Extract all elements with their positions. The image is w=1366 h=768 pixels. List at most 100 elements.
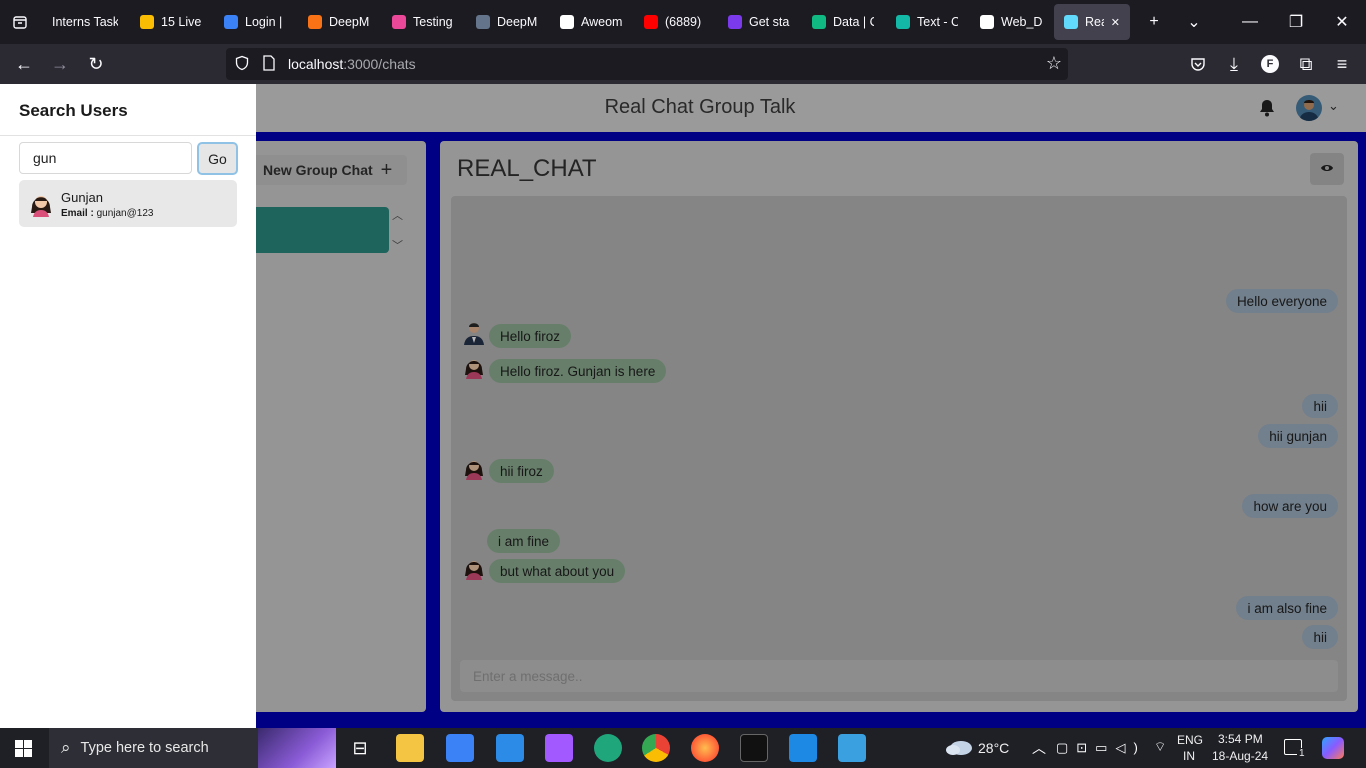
- clock-time[interactable]: 3:54 PM: [1218, 732, 1263, 746]
- bookmark-star-icon[interactable]: ☆: [1046, 53, 1062, 74]
- tab-favicon-icon: [560, 15, 574, 29]
- close-window-icon[interactable]: ✕: [1324, 4, 1360, 40]
- search-icon: ⌕: [61, 738, 71, 757]
- tab-label: DeepM: [497, 15, 538, 29]
- chrome-icon[interactable]: [642, 734, 670, 762]
- browser-tab[interactable]: Data | C: [802, 4, 884, 40]
- drawer-overlay[interactable]: [256, 84, 1366, 728]
- vscode-icon[interactable]: [789, 734, 817, 762]
- url-bar[interactable]: localhost:3000/chats ☆: [226, 48, 1068, 80]
- browser-tab[interactable]: Web_D: [970, 4, 1052, 40]
- restore-icon[interactable]: ❐: [1278, 4, 1314, 40]
- user-email: Email : gunjan@123: [61, 208, 153, 219]
- tab-label: Interns Task: [52, 15, 118, 29]
- pocket-icon[interactable]: [1180, 48, 1216, 80]
- tab-overview-icon[interactable]: [2, 4, 38, 40]
- tab-favicon-icon: [1064, 15, 1078, 29]
- file-explorer-icon[interactable]: [396, 734, 424, 762]
- firefox-icon[interactable]: [691, 734, 719, 762]
- browser-tab[interactable]: Real ✕: [1054, 4, 1130, 40]
- tab-favicon-icon: [812, 15, 826, 29]
- user-avatar: [28, 189, 54, 217]
- drawer-divider: [0, 135, 256, 136]
- email-label: Email :: [61, 208, 94, 219]
- extensions-icon[interactable]: ⧉: [1288, 48, 1324, 80]
- tab-label: (6889): [665, 15, 702, 29]
- tab-label: DeepM: [329, 15, 370, 29]
- browser-tab[interactable]: 15 Live: [130, 4, 212, 40]
- browser-navbar: ← → ↻ localhost:3000/chats ☆ ⤓ F ⧉ ≡: [0, 44, 1366, 84]
- weather-temperature: 28°C: [978, 740, 1010, 756]
- store-icon[interactable]: [446, 734, 474, 762]
- windows-taskbar: ⌕ Type here to search ⊟ 28°C ︿ ▢⊡▭◁) ⌔ E…: [0, 728, 1366, 768]
- lang-eng[interactable]: ENG: [1177, 733, 1203, 747]
- browser-tab[interactable]: Aweom: [550, 4, 632, 40]
- url-path: :3000/chats: [343, 56, 416, 72]
- account-icon[interactable]: F: [1252, 48, 1288, 80]
- forward-icon[interactable]: →: [42, 48, 78, 80]
- terminal-icon[interactable]: [740, 734, 768, 762]
- task-view-icon[interactable]: ⊟: [346, 734, 374, 762]
- figma-icon[interactable]: [545, 734, 573, 762]
- tab-label: Web_D: [1001, 15, 1042, 29]
- tab-label: Login |: [245, 15, 283, 29]
- tray-icons[interactable]: ▢⊡▭◁): [1056, 740, 1146, 756]
- tab-favicon-icon: [896, 15, 910, 29]
- drawer-title: Search Users: [19, 101, 128, 120]
- taskbar-search-placeholder: Type here to search: [80, 740, 209, 756]
- close-tab-icon[interactable]: ✕: [1111, 16, 1120, 29]
- reload-icon[interactable]: ↻: [78, 48, 114, 80]
- taskbar-search-box[interactable]: ⌕ Type here to search: [49, 728, 336, 768]
- list-tabs-chevron-icon[interactable]: ⌄: [1176, 4, 1212, 40]
- tab-label: Text - C: [917, 15, 958, 29]
- wifi-icon[interactable]: ⌔: [1154, 739, 1166, 755]
- shield-icon: [234, 55, 250, 74]
- browser-tab[interactable]: DeepM: [466, 4, 548, 40]
- browser-tab[interactable]: (6889): [634, 4, 716, 40]
- back-icon[interactable]: ←: [6, 48, 42, 80]
- clock-date[interactable]: 18-Aug-24: [1212, 749, 1268, 763]
- tab-label: Get star: [749, 15, 790, 29]
- menu-icon[interactable]: ≡: [1324, 48, 1360, 80]
- tab-favicon-icon: [140, 15, 154, 29]
- page-icon: [262, 54, 278, 74]
- tab-favicon-icon: [392, 15, 406, 29]
- browser-tabbar: Interns Task 15 Live Login | DeepM Testing De…: [0, 0, 1366, 44]
- tray-chevron-icon[interactable]: ︿: [1032, 738, 1046, 758]
- browser-tab[interactable]: Interns Task: [42, 4, 128, 40]
- tab-favicon-icon: [728, 15, 742, 29]
- tab-label: Real: [1085, 15, 1104, 29]
- tab-favicon-icon: [476, 15, 490, 29]
- minimize-icon[interactable]: —: [1232, 4, 1268, 40]
- browser-tab[interactable]: DeepM: [298, 4, 380, 40]
- notification-count: 1: [1297, 748, 1307, 759]
- edge-icon[interactable]: [594, 734, 622, 762]
- photos-icon[interactable]: [838, 734, 866, 762]
- tab-label: Testing: [413, 15, 453, 29]
- tab-label: 15 Live: [161, 15, 202, 29]
- browser-tab[interactable]: Text - C: [886, 4, 968, 40]
- search-users-input[interactable]: gun: [19, 142, 192, 174]
- tab-label: Data | C: [833, 15, 874, 29]
- go-button[interactable]: Go: [197, 142, 238, 175]
- downloads-icon[interactable]: ⤓: [1216, 48, 1252, 80]
- browser-tab[interactable]: Get star: [718, 4, 800, 40]
- lang-in[interactable]: IN: [1183, 749, 1195, 763]
- tab-favicon-icon: [980, 15, 994, 29]
- tab-favicon-icon: [644, 15, 658, 29]
- email-value: gunjan@123: [96, 208, 154, 219]
- mail-icon[interactable]: [496, 734, 524, 762]
- new-tab-icon[interactable]: +: [1136, 4, 1172, 40]
- browser-tab[interactable]: Testing: [382, 4, 464, 40]
- browser-tab[interactable]: Login |: [214, 4, 296, 40]
- search-users-drawer: Search Users gun Go Gunjan Email : gunja…: [0, 84, 256, 728]
- user-name: Gunjan: [61, 190, 103, 205]
- url-host: localhost: [288, 56, 344, 72]
- copilot-icon[interactable]: [1322, 737, 1344, 759]
- search-highlight-image: [258, 728, 336, 768]
- tab-favicon-icon: [308, 15, 322, 29]
- user-result-item[interactable]: Gunjan Email : gunjan@123: [19, 180, 237, 227]
- windows-start-icon[interactable]: [15, 740, 32, 762]
- weather-cloud-icon[interactable]: [945, 738, 973, 761]
- tab-label: Aweom: [581, 15, 622, 29]
